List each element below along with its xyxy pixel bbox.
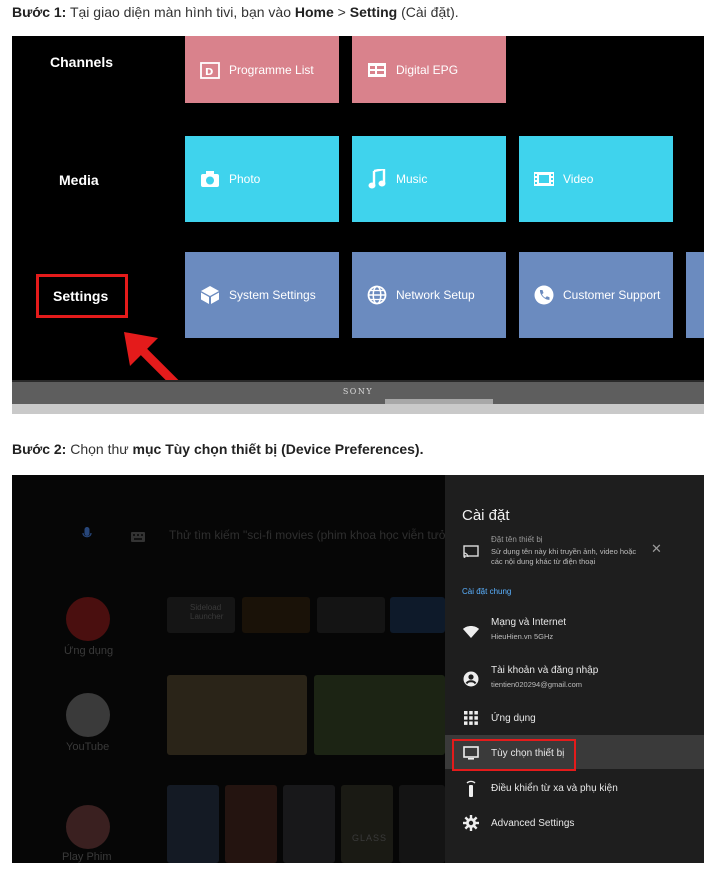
apps-grid-icon xyxy=(462,709,480,727)
settings-highlight-box xyxy=(36,274,128,318)
step-1-setting: Setting xyxy=(349,4,398,20)
globe-icon xyxy=(366,284,388,306)
step-2-text-a: Chọn thư xyxy=(66,441,133,457)
camera-icon xyxy=(199,168,221,190)
step-1-text-a: Tại giao diện màn hình tivi, bạn vào xyxy=(66,4,295,20)
cast-title: Đặt tên thiết bị xyxy=(491,535,543,544)
tile-label: Digital EPG xyxy=(396,62,459,77)
tile-label: Video xyxy=(563,172,594,186)
search-hint[interactable]: Thử tìm kiếm "sci-fi movies (phim khoa h… xyxy=(169,528,468,542)
advanced-settings-label: Advanced Settings xyxy=(491,818,575,829)
step-1-prefix: Bước 1: xyxy=(12,4,67,20)
tile-label: System Settings xyxy=(229,288,316,302)
tile-label: Network Setup xyxy=(396,288,475,302)
account-icon xyxy=(462,670,480,688)
movie-poster-2[interactable] xyxy=(225,785,277,863)
remote-icon xyxy=(462,779,480,797)
tile-music[interactable]: Music xyxy=(352,136,506,222)
tile-programme-list[interactable]: D Programme List xyxy=(185,36,339,103)
tile-video[interactable]: Video xyxy=(519,136,673,222)
app-tile-2[interactable] xyxy=(242,597,310,633)
step-1-home: Home xyxy=(294,4,334,20)
account-email: tientien020294@gmail.com xyxy=(491,680,582,689)
cube-icon xyxy=(199,284,221,306)
step-2-caption: Bước 2: Chọn thư mục Tùy chọn thiết bị (… xyxy=(12,441,424,457)
cast-icon xyxy=(462,543,480,561)
svg-text:D: D xyxy=(205,67,213,78)
tile-customer-support[interactable]: Customer Support xyxy=(519,252,673,338)
movie-poster-4[interactable] xyxy=(341,785,393,863)
play-movies-icon[interactable] xyxy=(66,805,110,849)
settings-panel: Cài đặt Đặt tên thiết bị Sử dụng tên này… xyxy=(445,475,704,863)
step-1-text-b: > xyxy=(333,4,350,20)
tv-base xyxy=(12,404,704,414)
app-tile-3[interactable] xyxy=(317,597,385,633)
tile-system-settings[interactable]: System Settings xyxy=(185,252,339,338)
tile-partial[interactable] xyxy=(686,252,704,338)
section-general-settings: Cài đặt chung xyxy=(462,587,512,596)
play-movies-label: Play Phim xyxy=(62,851,112,863)
tv-home-screenshot: Channels Media Settings D Programme List… xyxy=(12,36,704,414)
step-2-prefix: Bước 2: xyxy=(12,441,67,457)
epg-icon xyxy=(366,59,388,81)
youtube-icon[interactable] xyxy=(66,693,110,737)
settings-title: Cài đặt xyxy=(462,507,510,524)
tile-label: Music xyxy=(396,172,428,186)
app-tile-4[interactable] xyxy=(390,597,445,633)
advanced-settings-item[interactable]: Advanced Settings xyxy=(445,812,704,836)
movie-poster-5[interactable] xyxy=(399,785,445,863)
mic-icon[interactable] xyxy=(82,527,92,546)
accounts-signin-item[interactable]: Tài khoản và đăng nhập tientien020294@gm… xyxy=(445,663,704,699)
phone-icon xyxy=(533,284,555,306)
tile-label: Programme List xyxy=(229,62,314,77)
glass-poster-label: GLASS xyxy=(352,833,388,843)
row-label-channels[interactable]: Channels xyxy=(50,54,113,70)
tile-label: Photo xyxy=(229,172,261,186)
close-icon[interactable]: ✕ xyxy=(651,541,662,557)
featured-tile-1[interactable] xyxy=(167,675,307,755)
film-icon xyxy=(533,168,555,190)
apps-item-label: Ứng dụng xyxy=(491,713,536,724)
network-ssid: HieuHien.vn 5GHz xyxy=(491,632,554,641)
cast-desc-2: các nội dung khác từ điện thoại xyxy=(491,557,596,566)
music-note-icon xyxy=(366,168,388,190)
tile-digital-epg[interactable]: Digital EPG xyxy=(352,36,506,103)
tile-network-setup[interactable]: Network Setup xyxy=(352,252,506,338)
step-1-text-c: (Cài đặt). xyxy=(397,4,459,20)
step-1-caption: Bước 1: Tại giao diện màn hình tivi, bạn… xyxy=(12,4,459,20)
cast-desc-1: Sử dụng tên này khi truyền ảnh, video ho… xyxy=(491,547,637,556)
network-label: Mạng và Internet xyxy=(491,617,567,628)
tile-label: Customer Support xyxy=(563,288,661,302)
apps-label: Ứng dụng xyxy=(64,645,114,657)
device-preferences-highlight-box xyxy=(452,739,576,771)
remotes-label: Điều khiển từ xa và phụ kiện xyxy=(491,783,618,794)
network-internet-item[interactable]: Mạng và Internet HieuHien.vn 5GHz xyxy=(445,615,704,651)
cast-device-name-item[interactable]: Đặt tên thiết bị Sử dụng tên này khi tru… xyxy=(445,533,704,577)
sideload-label: Sideload Launcher xyxy=(190,603,224,621)
android-tv-settings-screenshot: Thử tìm kiếm "sci-fi movies (phim khoa h… xyxy=(12,475,704,863)
youtube-label: YouTube xyxy=(66,741,110,753)
featured-tile-2[interactable] xyxy=(314,675,445,755)
row-label-media[interactable]: Media xyxy=(59,172,99,188)
tv-brand-logo: SONY xyxy=(342,387,374,396)
wifi-icon xyxy=(462,623,480,641)
apps-icon[interactable] xyxy=(66,597,110,641)
movie-poster-3[interactable] xyxy=(283,785,335,863)
movie-poster-1[interactable] xyxy=(167,785,219,863)
keyboard-icon[interactable] xyxy=(131,529,145,547)
remotes-accessories-item[interactable]: Điều khiển từ xa và phụ kiện xyxy=(445,777,704,801)
tile-photo[interactable]: Photo xyxy=(185,136,339,222)
apps-item[interactable]: Ứng dụng xyxy=(445,707,704,731)
step-2-device-preferences: mục Tùy chọn thiết bị (Device Preference… xyxy=(132,441,424,457)
account-label: Tài khoản và đăng nhập xyxy=(491,665,599,676)
programme-list-icon: D xyxy=(199,59,221,81)
gear-icon xyxy=(462,814,480,832)
